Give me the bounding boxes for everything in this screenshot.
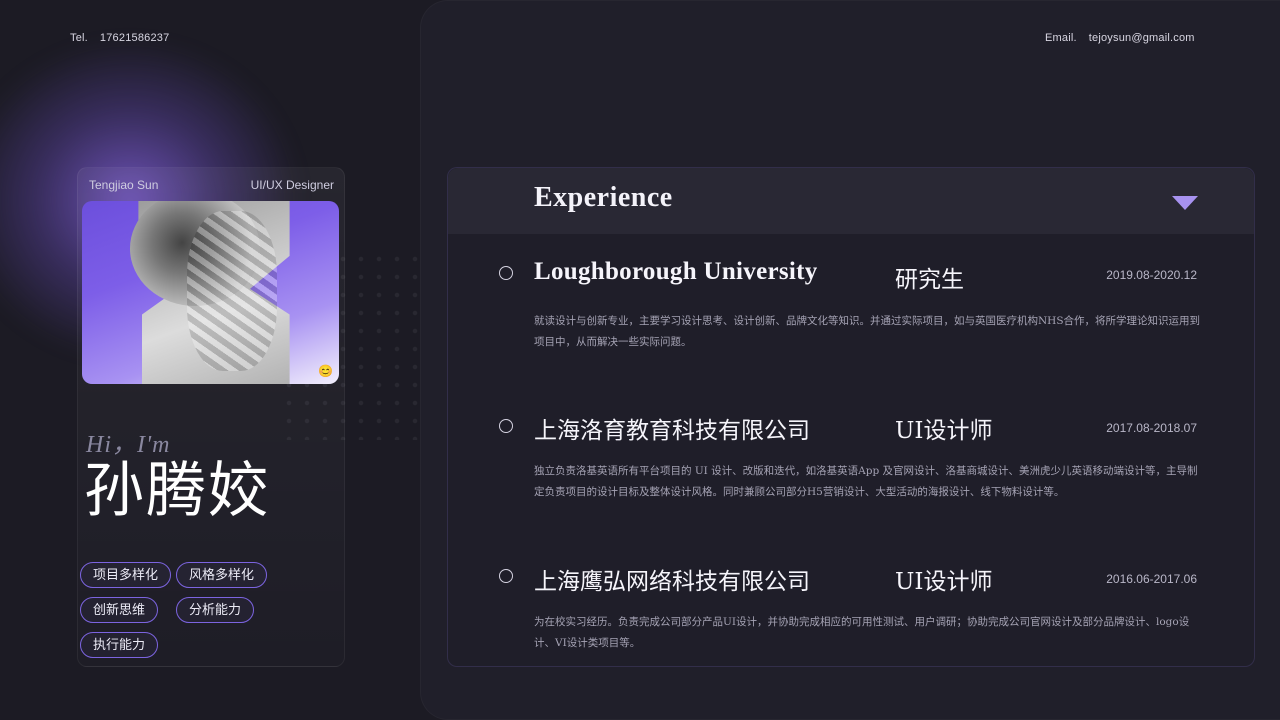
tel-label: Tel. [70, 32, 88, 44]
tag-analytical-ability: 分析能力 [176, 597, 255, 623]
entry-date: 2019.08-2020.12 [1106, 268, 1197, 282]
entry-date: 2017.08-2018.07 [1106, 421, 1197, 435]
timeline-circle-icon [499, 266, 513, 280]
tag-innovative-thinking: 创新思维 [80, 597, 159, 623]
profile-role: UI/UX Designer [250, 178, 334, 192]
experience-title: Experience [534, 182, 673, 213]
experience-header[interactable]: Experience [448, 168, 1254, 234]
greeting: Hi，I'm [86, 432, 171, 458]
entry-description: 为在校实习经历。负责完成公司部分产品UI设计，并协助完成相应的可用性测试、用户调… [534, 616, 1190, 649]
entry-role: UI设计师 [895, 418, 993, 444]
profile-name-en: Tengjiao Sun [89, 178, 159, 192]
tag-execution-ability: 执行能力 [80, 632, 159, 658]
tag-style-diversity: 风格多样化 [176, 562, 268, 588]
profile-name-cn: 孙腾姣 [84, 456, 270, 526]
entry-role: 研究生 [895, 267, 964, 293]
timeline-circle-icon [499, 419, 513, 433]
experience-panel: Experience Loughborough University 研究生 2… [447, 167, 1255, 667]
contact-phone: Tel. 17621586237 [70, 32, 169, 44]
entry-date: 2016.06-2017.06 [1106, 572, 1197, 586]
contact-email[interactable]: Email. tejoysun@gmail.com [1045, 32, 1195, 44]
entry-description: 独立负责洛基英语所有平台项目的 UI 设计、改版和迭代，如洛基英语App 及官网… [534, 465, 1198, 498]
dropdown-triangle-icon[interactable] [1172, 196, 1198, 210]
profile-card: Tengjiao Sun UI/UX Designer 😊 [77, 167, 345, 667]
entry-description: 就读设计与创新专业，主要学习设计思考、设计创新、品牌文化等知识。并通过实际项目，… [534, 315, 1201, 348]
entry-org: Loughborough University [534, 258, 818, 285]
profile-photo: 😊 [82, 201, 339, 384]
tel-value: 17621586237 [99, 32, 170, 44]
tag-project-diversity: 项目多样化 [80, 562, 172, 588]
entry-org: 上海洛育教育科技有限公司 [534, 418, 810, 444]
smile-emoji-icon: 😊 [318, 364, 333, 378]
entry-org: 上海鹰弘网络科技有限公司 [534, 569, 810, 595]
timeline-circle-icon [499, 569, 513, 583]
email-label: Email. [1045, 32, 1077, 44]
entry-role: UI设计师 [895, 569, 993, 595]
photo-plant [187, 211, 277, 371]
email-value[interactable]: tejoysun@gmail.com [1089, 32, 1195, 44]
